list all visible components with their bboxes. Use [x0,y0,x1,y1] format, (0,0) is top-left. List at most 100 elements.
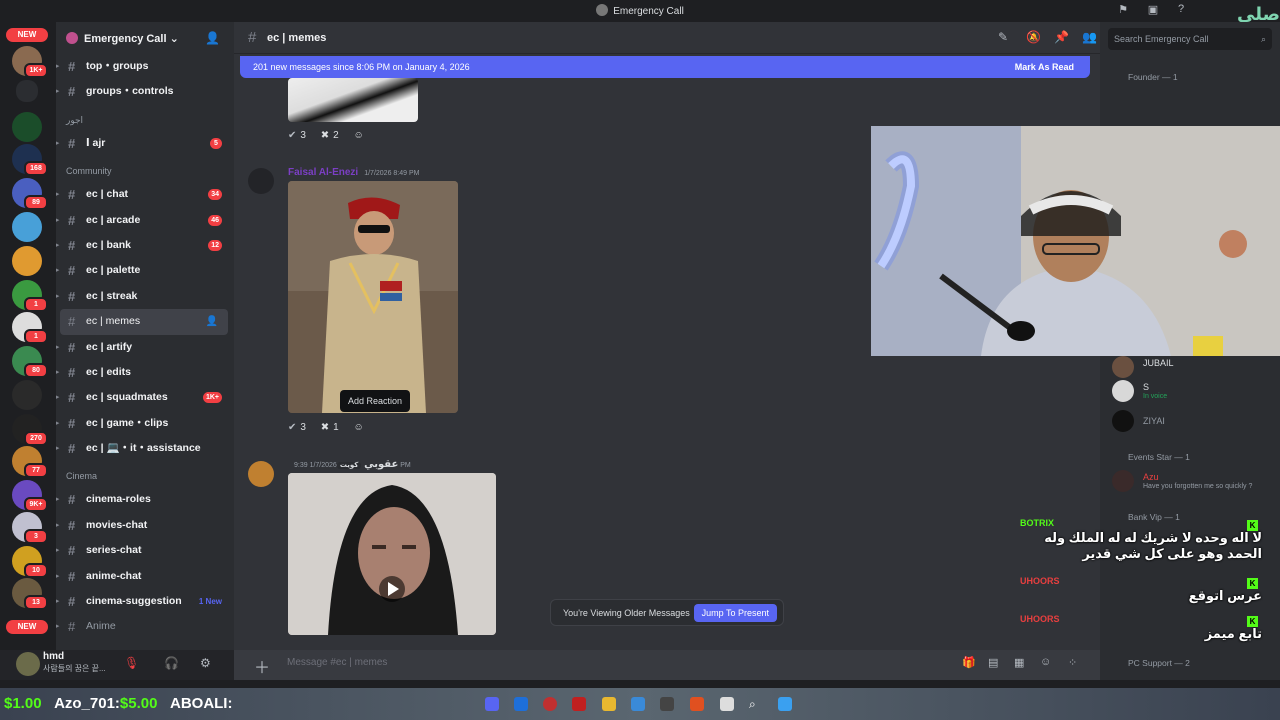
server-header[interactable]: Emergency Call ⌄ 👤 [56,22,234,54]
channel-item[interactable]: ▶ # ec | squadmates 1K+ [56,385,234,410]
invite-icon[interactable]: 👤 [205,31,220,45]
channel-item[interactable]: ▶ # series-chat [56,538,234,563]
settings-gear-icon[interactable]: ⚙ [200,656,211,670]
threads-icon[interactable]: ✎ [998,30,1008,44]
channel-category[interactable]: اجور [56,105,234,131]
message-video[interactable] [288,473,496,635]
message-input[interactable]: Message #ec | memes [287,657,387,668]
channel-item[interactable]: ▶ # ec | chat 34 [56,182,234,207]
server-icon[interactable]: 1K+ [12,46,48,78]
avatar[interactable] [248,461,274,487]
discord-taskbar-icon[interactable] [485,697,499,711]
plus-icon[interactable]: ＋ [254,654,270,678]
mute-icon[interactable]: 🎙 [124,656,139,670]
channel-item[interactable]: ▶ # ec | edits [56,360,234,385]
reaction-cross[interactable]: ✖ 1 [321,422,339,433]
app-taskbar-icon[interactable] [514,697,528,711]
obs-taskbar-icon[interactable] [543,697,557,711]
message-image[interactable] [288,181,458,413]
add-reaction-icon[interactable]: ☺ [353,130,363,141]
sticker-icon[interactable]: ▦ [1014,656,1024,669]
member-group-header: Events Star — 1 [1128,452,1190,462]
member-item[interactable]: S In voice [1112,380,1272,404]
reaction-check[interactable]: ✔ 3 [288,130,306,141]
channel-item[interactable]: ▶ # ec | 💻・it・assistance [56,436,234,461]
reaction-check[interactable]: ✔ 3 [288,422,306,433]
server-icon[interactable]: 9K+ [12,480,48,512]
new-pill[interactable]: NEW [6,28,48,42]
new-messages-banner[interactable]: 201 new messages since 8:06 PM on Januar… [240,56,1090,78]
server-icon[interactable]: 3 [12,512,48,544]
app-taskbar-icon[interactable] [660,697,674,711]
channel-item[interactable]: ▶ # ec | palette [56,258,234,283]
channel-item[interactable]: ▶ # movies-chat [56,513,234,538]
stream-chat-message: UHOORS K تابع ميمز [1020,614,1262,641]
channel-item[interactable]: ▶ # cinema-suggestion 1 New [56,589,234,614]
message-author[interactable]: عقوبي كويت1/7/2026 9:39 PM [288,459,411,470]
channel-item[interactable]: ▶ # top・groups [56,54,234,79]
hash-icon: # [68,288,76,304]
server-icon[interactable]: 89 [12,178,48,210]
server-icon[interactable]: 80 [12,346,48,378]
inbox-icon[interactable]: ⚑ [1116,3,1130,17]
add-reaction-icon[interactable]: ☺ [353,422,363,433]
new-pill[interactable]: NEW [6,620,48,634]
dm-icon[interactable] [16,80,38,102]
message-image[interactable] [288,78,418,122]
search-input[interactable]: Search Emergency Call ⌕ [1108,28,1272,50]
hash-icon: # [68,364,76,380]
channel-item[interactable]: # ec | memes 👤 [60,309,228,335]
avatar[interactable] [248,168,274,194]
channel-category[interactable]: Cinema [56,461,234,487]
notifications-icon[interactable]: 🔕 [1026,30,1041,44]
apps-icon[interactable]: ⁘ [1068,656,1077,669]
window-icon[interactable]: ▣ [1146,3,1160,17]
brave-taskbar-icon[interactable] [690,697,704,711]
reaction-cross[interactable]: ✖ 2 [321,130,339,141]
channel-item[interactable]: ▶ # ec | artify [56,335,234,360]
search-icon[interactable]: ⌕ [749,697,763,711]
unread-indicator: ▶ [56,572,60,580]
channel-item[interactable]: ▶ # cinema-roles [56,487,234,512]
member-item[interactable]: JUBAIL [1112,356,1272,380]
channel-item[interactable]: ▶ # ec | streak [56,284,234,309]
gift-icon[interactable]: 🎁 [962,656,976,669]
pin-icon[interactable]: 📌 [1054,30,1069,44]
server-icon[interactable]: 168 [12,144,48,176]
app-taskbar-icon[interactable] [572,697,586,711]
mark-as-read-button[interactable]: Mark As Read [1015,56,1074,78]
server-icon[interactable]: 77 [12,446,48,478]
jump-to-present-button[interactable]: Jump To Present [693,604,777,622]
windows-start-icon[interactable] [778,697,792,711]
server-icon[interactable]: 13 [12,578,48,610]
members-icon[interactable]: 👥 [1082,30,1097,44]
server-icon[interactable] [12,212,42,242]
gif-icon[interactable]: ▤ [988,656,998,669]
channel-item[interactable]: ▶ # Anime [56,614,234,639]
channel-item[interactable]: ▶ # ا ajr 5 [56,131,234,156]
server-icon[interactable]: 10 [12,546,48,578]
server-icon[interactable] [12,112,42,142]
avatar[interactable] [16,652,40,676]
member-item[interactable]: Azu Have you forgotten me so quickly ? [1112,470,1272,494]
channel-item[interactable]: ▶ # ec | arcade 46 [56,208,234,233]
channel-item[interactable]: ▶ # anime-chat [56,564,234,589]
server-icon[interactable]: 270 [12,414,48,446]
member-item[interactable]: ZIYAI [1112,410,1272,434]
channel-category[interactable]: Community [56,156,234,182]
channel-item[interactable]: ▶ # groups・controls [56,79,234,104]
emoji-icon[interactable]: ☺ [1040,656,1051,668]
app-taskbar-icon[interactable] [720,697,734,711]
server-icon[interactable]: 1 [12,312,48,344]
server-icon[interactable]: 1 [12,280,48,312]
channel-header: # ec | memes ✎ 🔕 📌 👥 [234,22,1100,54]
store-taskbar-icon[interactable] [631,697,645,711]
channel-item[interactable]: ▶ # ec | bank 12 [56,233,234,258]
channel-item[interactable]: ▶ # ec | game・clips [56,411,234,436]
server-icon[interactable] [12,380,42,410]
folder-taskbar-icon[interactable] [602,697,616,711]
deafen-icon[interactable]: 🎧 [164,656,179,670]
message-author[interactable]: Faisal Al-Enezi 1/7/2026 8:49 PM [288,167,419,178]
server-icon[interactable] [12,246,42,276]
invite-icon[interactable]: 👤 [206,309,218,334]
